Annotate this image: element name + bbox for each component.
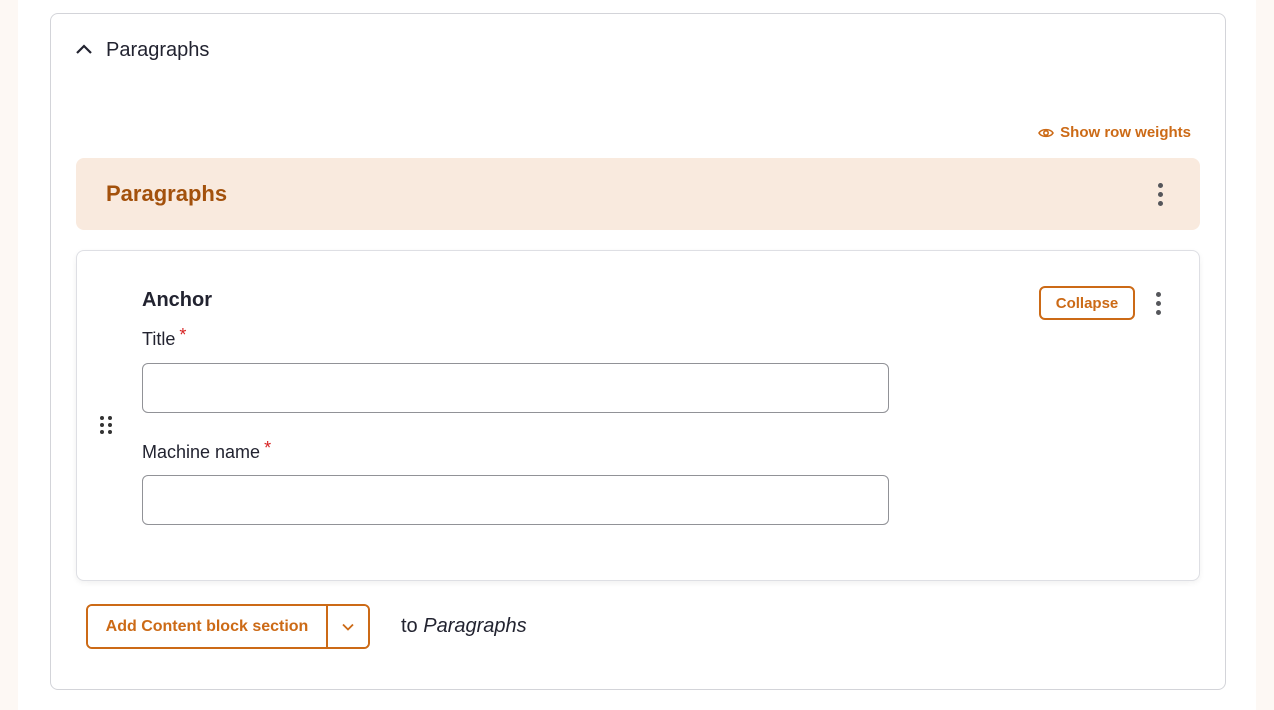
drag-handle-icon[interactable] [97, 413, 115, 437]
add-content-block-section-button[interactable]: Add Content block section [88, 606, 328, 647]
chevron-down-icon [342, 623, 354, 631]
table-header: Paragraphs [76, 158, 1200, 230]
eye-icon [1038, 128, 1055, 137]
header-actions-kebab-icon[interactable] [1150, 180, 1170, 208]
add-split-button: Add Content block section [86, 604, 370, 649]
paragraph-type-title: Anchor [142, 289, 212, 311]
table-header-title: Paragraphs [106, 181, 228, 206]
title-input[interactable] [142, 363, 889, 413]
machine-name-input[interactable] [142, 475, 889, 525]
add-to-target: Paragraphs [423, 615, 527, 637]
add-to-text: to Paragraphs [401, 615, 527, 638]
item-actions-kebab-icon[interactable] [1148, 289, 1168, 317]
required-marker: * [264, 438, 272, 458]
add-more-group: Add Content block section to Paragraphs [86, 604, 527, 649]
summary-label: Paragraphs [106, 38, 210, 61]
collapse-button[interactable]: Collapse [1039, 286, 1135, 320]
paragraphs-summary[interactable]: Paragraphs [75, 36, 209, 64]
add-to-prefix: to [401, 615, 418, 637]
show-row-weights-label: Show row weights [1060, 124, 1191, 141]
paragraph-item-card: Anchor Collapse Title * Machine name * [76, 250, 1200, 581]
title-field-label: Title * [142, 325, 186, 350]
machine-name-field-label: Machine name * [142, 438, 271, 463]
page: Paragraphs Show row weights Paragraphs A… [18, 0, 1256, 710]
add-options-toggle[interactable] [328, 606, 368, 647]
chevron-up-icon [76, 44, 92, 54]
paragraphs-details: Paragraphs Show row weights Paragraphs A… [50, 13, 1226, 690]
show-row-weights-link[interactable]: Show row weights [1038, 124, 1191, 141]
required-marker: * [179, 325, 187, 345]
machine-name-label-text: Machine name [142, 442, 261, 462]
title-label-text: Title [142, 329, 176, 349]
